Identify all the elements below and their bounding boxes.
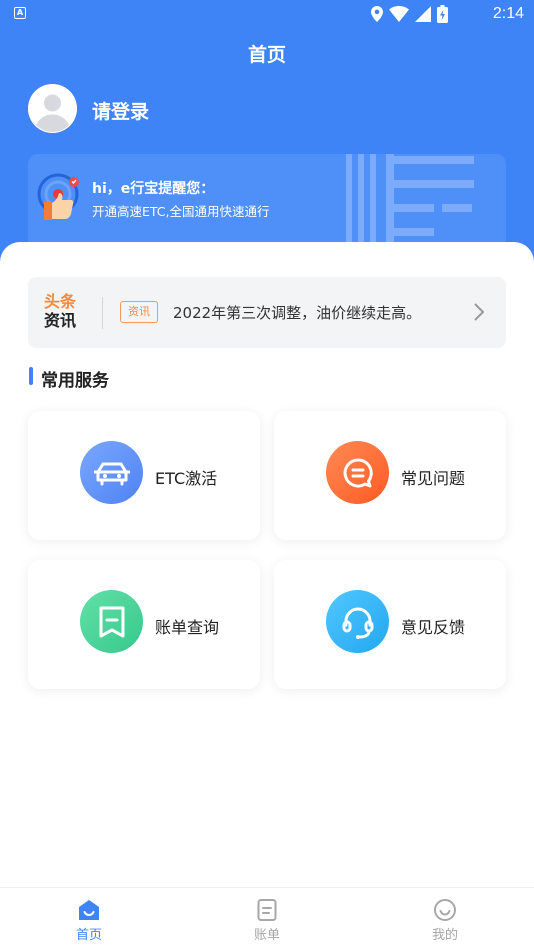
- status-icons: [371, 5, 448, 23]
- battery-icon: [437, 5, 448, 23]
- service-card-etc-activation[interactable]: ETC激活: [28, 411, 260, 540]
- app-indicator-icon: A: [14, 7, 26, 19]
- home-icon: [79, 900, 99, 920]
- login-prompt[interactable]: 请登录: [92, 97, 149, 124]
- wifi-icon: [389, 6, 409, 22]
- service-card-bill-query[interactable]: 账单查询: [28, 560, 260, 689]
- service-label: 意见反馈: [401, 618, 466, 637]
- service-card-faq[interactable]: 常见问题: [274, 411, 506, 540]
- chevron-right-icon[interactable]: [472, 302, 486, 322]
- smile-icon: [434, 899, 456, 921]
- status-time: 2:14: [492, 5, 524, 22]
- user-avatar-icon: [28, 84, 77, 133]
- tab-label: 账单: [253, 928, 280, 943]
- banner-title: hi，e行宝提醒您：: [92, 181, 215, 197]
- section-accent-bar: [29, 367, 33, 385]
- tab-mine[interactable]: 我的: [415, 898, 475, 943]
- news-headline[interactable]: 2022年第三次调整，油价继续走高。: [173, 302, 421, 323]
- news-logo: 头条 资讯: [44, 292, 88, 330]
- banner-decoration-icon: [346, 154, 474, 250]
- car-icon: [80, 441, 143, 504]
- news-logo-top: 头条: [44, 292, 77, 311]
- status-bar: A 2:14: [0, 0, 534, 28]
- tab-label: 我的: [431, 928, 458, 943]
- headset-icon: [326, 590, 389, 653]
- news-logo-bottom: 资讯: [44, 311, 77, 330]
- service-label: ETC激活: [155, 469, 218, 488]
- news-divider: [102, 297, 103, 329]
- location-icon: [371, 6, 383, 22]
- avatar[interactable]: [28, 84, 77, 133]
- section-title: 常用服务: [41, 371, 109, 391]
- banner-subtitle: 开通高速ETC,全国通用快速通行: [92, 204, 270, 219]
- bottom-tab-bar: 首页 账单 我的: [0, 887, 534, 950]
- chat-icon: [326, 441, 389, 504]
- service-label: 账单查询: [155, 618, 220, 637]
- news-ticker[interactable]: 头条 资讯 资讯 2022年第三次调整，油价继续走高。: [28, 277, 506, 348]
- bill-tab-icon: [257, 899, 277, 921]
- etc-promo-banner[interactable]: hi，e行宝提醒您： 开通高速ETC,全国通用快速通行: [28, 154, 506, 250]
- page-title: 首页: [247, 44, 286, 66]
- news-tag: 资讯: [120, 301, 158, 323]
- bill-icon: [80, 590, 143, 653]
- tab-label: 首页: [75, 928, 102, 943]
- thumbs-up-icon: [37, 173, 79, 220]
- service-card-feedback[interactable]: 意见反馈: [274, 560, 506, 689]
- service-label: 常见问题: [401, 469, 466, 488]
- content-panel: 头条 资讯 资讯 2022年第三次调整，油价继续走高。 常用服务 ETC激活 常…: [0, 242, 534, 888]
- signal-icon: [415, 6, 431, 22]
- tab-home[interactable]: 首页: [59, 898, 119, 943]
- tab-bill[interactable]: 账单: [237, 898, 297, 943]
